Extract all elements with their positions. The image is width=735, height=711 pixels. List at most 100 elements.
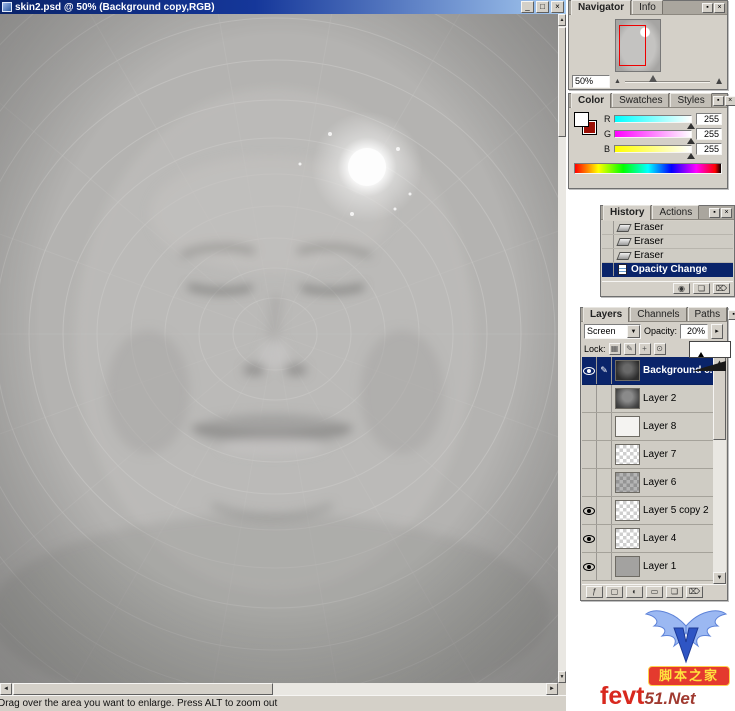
canvas-horizontal-scrollbar[interactable]: ◄ ► (0, 683, 558, 695)
history-item[interactable]: Eraser (602, 235, 733, 249)
panel-collapse-icon[interactable]: ▪ (712, 96, 724, 106)
tab-history[interactable]: History (603, 205, 652, 220)
delete-layer-icon[interactable]: ⌦ (686, 586, 703, 598)
layer-group-icon[interactable]: ▭ (646, 586, 663, 598)
history-brush-checkbox[interactable] (602, 221, 614, 234)
panel-close-icon[interactable]: × (714, 3, 725, 13)
red-slider-thumb[interactable] (687, 123, 695, 129)
new-document-from-state-icon[interactable]: ❏ (693, 283, 710, 294)
close-button[interactable]: × (551, 1, 564, 13)
link-column[interactable]: ✎ (597, 525, 612, 552)
layer-thumbnail[interactable] (615, 444, 640, 465)
tab-navigator[interactable]: Navigator (571, 0, 632, 15)
canvas[interactable] (0, 14, 558, 683)
layer-thumbnail[interactable] (615, 416, 640, 437)
blue-slider-thumb[interactable] (687, 153, 695, 159)
zoom-slider-thumb[interactable] (648, 74, 657, 82)
minimize-button[interactable]: _ (521, 1, 534, 13)
layer-thumbnail[interactable] (615, 360, 640, 381)
history-item[interactable]: Opacity Change (602, 263, 733, 277)
layers-scrollbar[interactable]: ▲ ▼ (713, 357, 726, 584)
layer-thumbnail[interactable] (615, 388, 640, 409)
visibility-toggle[interactable] (582, 469, 597, 496)
history-brush-checkbox[interactable] (602, 249, 614, 262)
layer-row[interactable]: ✎ Layer 2 (582, 385, 715, 413)
blend-mode-select[interactable]: Screen ▼ (584, 323, 641, 339)
link-column[interactable]: ✎ (597, 441, 612, 468)
visibility-toggle[interactable] (582, 525, 597, 552)
layer-mask-icon[interactable]: ▢ (606, 586, 623, 598)
lock-all-checkbox[interactable]: ⊙ (653, 342, 666, 355)
link-column[interactable]: ✎ (597, 553, 612, 580)
visibility-toggle[interactable] (582, 553, 597, 580)
link-column[interactable]: ✎ (597, 357, 612, 384)
link-column[interactable]: ✎ (597, 497, 612, 524)
lock-position-checkbox[interactable]: + (638, 342, 651, 355)
opacity-slider-popup[interactable] (689, 341, 731, 371)
layer-row[interactable]: ✎ Layer 6 (582, 469, 715, 497)
red-slider[interactable] (614, 115, 695, 129)
lock-transparency-checkbox[interactable]: ▦ (608, 342, 621, 355)
layer-row[interactable]: ✎ Layer 8 (582, 413, 715, 441)
scroll-up-arrow-icon[interactable]: ▲ (558, 14, 566, 26)
red-value-input[interactable]: 255 (696, 113, 722, 125)
tab-layers[interactable]: Layers (583, 307, 630, 322)
foreground-color-swatch[interactable] (574, 112, 589, 127)
tab-swatches[interactable]: Swatches (612, 93, 670, 107)
tab-color[interactable]: Color (571, 93, 612, 108)
opacity-input[interactable]: 20% (680, 323, 709, 339)
tab-channels[interactable]: Channels (630, 307, 687, 321)
tab-info[interactable]: Info (632, 0, 663, 14)
chevron-down-icon[interactable]: ▼ (627, 324, 640, 338)
opacity-ramp-marker[interactable] (698, 352, 704, 357)
layer-thumbnail[interactable] (615, 472, 640, 493)
link-column[interactable]: ✎ (597, 385, 612, 412)
document-titlebar[interactable]: skin2.psd @ 50% (Background copy,RGB) _ … (0, 0, 566, 14)
layer-row[interactable]: ✎ Layer 5 copy 2 (582, 497, 715, 525)
green-slider-thumb[interactable] (687, 138, 695, 144)
vertical-scroll-thumb[interactable] (558, 27, 566, 137)
blue-value-input[interactable]: 255 (696, 143, 722, 155)
restore-button[interactable]: □ (536, 1, 549, 13)
layers-scroll-thumb[interactable] (713, 370, 726, 440)
navigator-thumbnail[interactable] (615, 19, 661, 72)
opacity-slider-arrow-icon[interactable]: ▸ (711, 323, 724, 339)
layer-style-icon[interactable]: ƒ (586, 586, 603, 598)
navigator-view-rectangle[interactable] (619, 25, 646, 66)
history-brush-checkbox[interactable] (602, 235, 614, 248)
green-value-input[interactable]: 255 (696, 128, 722, 140)
lock-image-checkbox[interactable]: ✎ (623, 342, 636, 355)
scroll-down-arrow-icon[interactable]: ▼ (713, 572, 726, 584)
scroll-down-arrow-icon[interactable]: ▼ (558, 671, 566, 683)
tab-styles[interactable]: Styles (670, 93, 712, 107)
zoom-in-icon[interactable]: ▲ (714, 75, 724, 88)
panel-collapse-icon[interactable]: ▪ (709, 208, 720, 218)
layer-thumbnail[interactable] (615, 528, 640, 549)
canvas-vertical-scrollbar[interactable]: ▲ ▼ (558, 14, 566, 683)
scroll-left-arrow-icon[interactable]: ◄ (0, 683, 12, 695)
new-snapshot-icon[interactable]: ◉ (673, 283, 690, 294)
blue-slider[interactable] (614, 145, 695, 159)
layer-thumbnail[interactable] (615, 556, 640, 577)
panel-collapse-icon[interactable]: ▪ (702, 3, 713, 13)
color-spectrum-ramp[interactable] (574, 163, 722, 174)
tab-actions[interactable]: Actions (652, 205, 700, 219)
visibility-toggle[interactable] (582, 441, 597, 468)
visibility-toggle[interactable] (582, 357, 597, 384)
tab-paths[interactable]: Paths (687, 307, 728, 321)
history-item[interactable]: Eraser (602, 221, 733, 235)
zoom-slider[interactable] (624, 74, 711, 83)
link-column[interactable]: ✎ (597, 413, 612, 440)
layer-row[interactable]: ✎ Layer 4 (582, 525, 715, 553)
visibility-toggle[interactable] (582, 497, 597, 524)
layer-row[interactable]: ✎ Layer 7 (582, 441, 715, 469)
link-column[interactable]: ✎ (597, 469, 612, 496)
zoom-level-input[interactable]: 50% (572, 75, 610, 88)
scroll-right-arrow-icon[interactable]: ► (546, 683, 558, 695)
history-brush-checkbox[interactable] (602, 263, 614, 276)
green-slider[interactable] (614, 130, 695, 144)
zoom-out-icon[interactable]: ▲ (614, 75, 621, 88)
panel-collapse-icon[interactable]: ▪ (728, 310, 735, 320)
visibility-toggle[interactable] (582, 385, 597, 412)
visibility-toggle[interactable] (582, 413, 597, 440)
